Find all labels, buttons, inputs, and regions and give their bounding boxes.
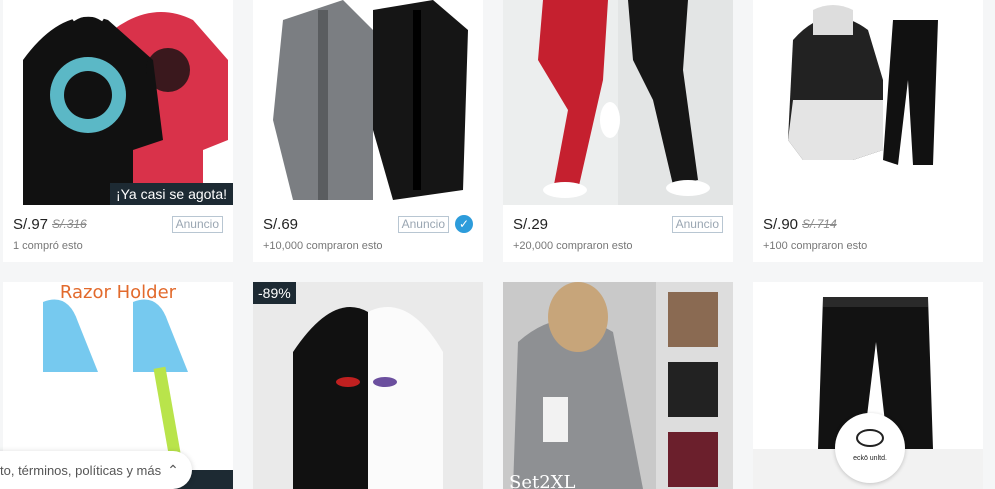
product-card[interactable]: Set2XL: [503, 282, 733, 489]
product-image[interactable]: [253, 0, 483, 205]
product-card[interactable]: -89%: [253, 282, 483, 489]
product-card[interactable]: ¡Ya casi se agota! S/.97 S/.316 Anuncio …: [3, 0, 233, 262]
product-image[interactable]: [253, 282, 483, 489]
brand-logo[interactable]: eckō unltd.: [835, 413, 905, 483]
old-price: S/.714: [802, 217, 837, 231]
product-card[interactable]: S/.69 Anuncio ✓ +10,000 compraron esto: [253, 0, 483, 262]
product-info: S/.97 S/.316 Anuncio 1 compró esto: [3, 205, 233, 262]
price: S/.69: [263, 215, 299, 233]
brand-name: eckō unltd.: [853, 455, 887, 462]
product-info: S/.69 Anuncio ✓ +10,000 compraron esto: [253, 205, 483, 262]
footer-links-toggle[interactable]: to, términos, políticas y más ⌃: [0, 451, 192, 489]
discount-tag: -89%: [253, 282, 296, 304]
sold-count: +20,000 compraron esto: [513, 240, 633, 252]
price: S/.29: [513, 215, 549, 233]
check-badge-icon: ✓: [455, 215, 473, 233]
price: S/.97: [13, 215, 49, 233]
product-info: S/.90 S/.714 +100 compraron esto: [753, 205, 983, 262]
product-image-title: Razor Holder: [59, 282, 177, 303]
chevron-up-icon: ⌃: [167, 461, 179, 478]
sold-count: +100 compraron esto: [763, 240, 868, 252]
product-card[interactable]: S/.90 S/.714 +100 compraron esto: [753, 0, 983, 262]
product-image[interactable]: [3, 0, 233, 205]
low-stock-tag: ¡Ya casi se agota!: [109, 183, 233, 205]
ad-badge: Anuncio: [671, 215, 723, 233]
sold-count: 1 compró esto: [13, 240, 83, 252]
ad-badge: Anuncio: [397, 215, 449, 233]
product-card[interactable]: S/.29 Anuncio +20,000 compraron esto: [503, 0, 733, 262]
product-image[interactable]: [753, 0, 983, 205]
brand-mark-icon: [856, 429, 884, 447]
footer-label: to, términos, políticas y más: [0, 462, 162, 478]
product-info: S/.29 Anuncio +20,000 compraron esto: [503, 205, 733, 262]
ad-badge: Anuncio: [171, 215, 223, 233]
product-image[interactable]: [503, 282, 733, 489]
sold-count: +10,000 compraron esto: [263, 240, 383, 252]
overlay-text: Set2XL: [509, 472, 576, 489]
price: S/.90: [763, 215, 799, 233]
product-image[interactable]: [503, 0, 733, 205]
old-price: S/.316: [52, 217, 87, 231]
